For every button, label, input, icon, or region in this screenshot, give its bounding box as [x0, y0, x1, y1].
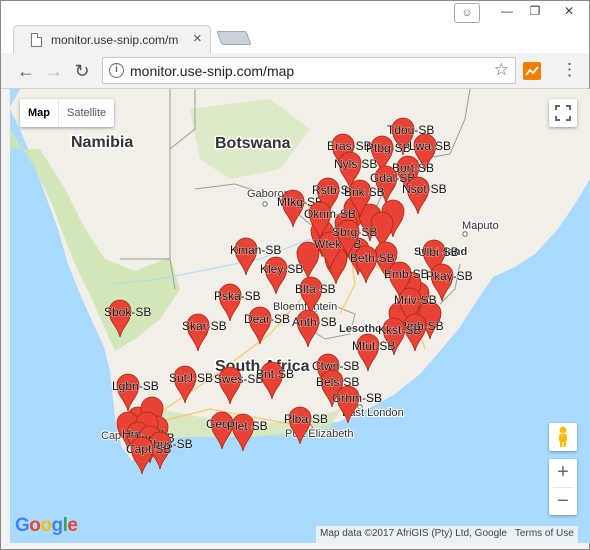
pegman-icon — [559, 426, 567, 447]
zoom-control: + − — [549, 459, 577, 515]
fullscreen-button[interactable] — [549, 99, 577, 127]
tab-title: monitor.use-snip.com/m — [51, 33, 179, 47]
new-tab-button[interactable] — [216, 31, 252, 45]
close-window-button[interactable]: ✕ — [549, 1, 589, 23]
info-icon[interactable]: i — [109, 63, 124, 78]
profile-icon[interactable]: ☺ — [454, 3, 480, 23]
country-label: Botswana — [215, 135, 291, 152]
map-marker-label: Ptbg-SB — [366, 141, 411, 155]
tab-close-icon[interactable]: × — [193, 31, 202, 47]
zoom-out-button[interactable]: − — [549, 488, 577, 516]
back-button[interactable]: ← — [14, 59, 38, 83]
browser-menu-icon[interactable]: ⋮ — [561, 61, 578, 79]
map-marker-label: Mriv-SB — [394, 293, 437, 307]
window-controls: — ❐ ✕ — [493, 1, 589, 23]
country-label: Lesotho — [339, 323, 382, 335]
map-marker-label: Pska-SB — [214, 289, 261, 303]
google-logo: Google — [15, 515, 78, 537]
bookmark-star-icon[interactable]: ☆ — [494, 60, 509, 80]
reload-button[interactable]: ↻ — [70, 59, 94, 83]
map-data-credit: Map data ©2017 AfriGIS (Pty) Ltd, Google — [320, 528, 507, 539]
browser-window: monitor.use-snip.com/m × ☺ — ❐ ✕ ← → ↻ i… — [0, 0, 590, 550]
city-label: Maputo — [462, 220, 499, 232]
country-label: Namibia — [71, 134, 133, 151]
map-marker-label: Anth-SB — [292, 315, 337, 329]
map-marker-label: Capt-SB — [126, 442, 171, 456]
map-marker-label: Ulbi-SB — [418, 245, 459, 259]
restore-button[interactable]: ❐ — [521, 1, 549, 23]
map-marker-label: Emb-SB — [384, 267, 429, 281]
city-dot — [262, 201, 268, 207]
map-marker-label: Dear-SB — [244, 312, 290, 326]
map-marker-label: Bnt-SB — [256, 367, 294, 381]
zoom-in-button[interactable]: + — [549, 459, 577, 487]
map-marker-label: Eras-SB — [327, 139, 372, 153]
map-marker-label: Lwa-SB — [409, 139, 451, 153]
minimize-button[interactable]: — — [493, 1, 521, 23]
page-icon — [31, 33, 42, 47]
map-svg: NamibiaBotswanaSouth AfricaSwazilandLeso… — [10, 89, 590, 475]
map-type-satellite-button[interactable]: Satellite — [58, 99, 114, 127]
map-marker-label: Plet-SB — [227, 419, 268, 433]
map-marker-label: SutJ-SB — [169, 371, 213, 385]
map-marker-label: Kley-SB — [260, 262, 303, 276]
map-marker-label: Nspt-SB — [402, 182, 447, 196]
url-text[interactable]: monitor.use-snip.com/map — [130, 63, 294, 79]
map-type-control: Map Satellite — [20, 99, 115, 127]
fullscreen-icon — [555, 105, 571, 121]
map-marker-label: Grhm-SB — [332, 391, 382, 405]
map-marker-label: Sbrg-SB — [332, 225, 377, 239]
map-attribution: Map data ©2017 AfriGIS (Pty) Ltd, Google… — [316, 526, 578, 543]
map-canvas[interactable]: NamibiaBotswanaSouth AfricaSwazilandLeso… — [10, 89, 590, 543]
terms-of-use-link[interactable]: Terms of Use — [511, 526, 578, 543]
map-marker-label: Oknm-SB — [304, 207, 356, 221]
map-marker-label: Blta-SB — [295, 282, 336, 296]
forward-button[interactable]: → — [42, 59, 66, 83]
google-logo-letter: o — [40, 515, 52, 536]
map-marker-label: Pkay-SB — [426, 269, 473, 283]
street-view-pegman-button[interactable] — [549, 423, 577, 451]
google-logo-letter: e — [67, 515, 78, 536]
extension-icon[interactable] — [523, 62, 541, 80]
map-marker-label: Kman-SB — [230, 243, 281, 257]
google-logo-letter: g — [51, 515, 64, 536]
browser-tab[interactable]: monitor.use-snip.com/m × — [13, 25, 211, 53]
map-marker-label: Nyls-SB — [334, 157, 377, 171]
map-marker-label: Mtut-SB — [352, 339, 395, 353]
map-marker-label: Bnk-SB — [344, 185, 385, 199]
map-marker-label: Lgbn-SB — [112, 379, 159, 393]
map-marker-label: Beth-SB — [350, 251, 395, 265]
map-marker-label: Skar-SB — [182, 319, 227, 333]
map-marker-label: Kkst-SB — [378, 323, 421, 337]
map-type-map-button[interactable]: Map — [20, 99, 58, 127]
google-logo-letter: G — [15, 515, 30, 536]
browser-toolbar: ← → ↻ i monitor.use-snip.com/map ☆ ⋮ — [1, 53, 589, 89]
google-logo-letter: o — [29, 515, 41, 536]
map-marker-label: Plba-SB — [284, 412, 328, 426]
map-marker-label: Sbok-SB — [104, 305, 151, 319]
address-bar[interactable]: i monitor.use-snip.com/map ☆ — [102, 57, 516, 84]
title-bar: monitor.use-snip.com/m × ☺ — ❐ ✕ — [1, 1, 589, 53]
city-dot — [462, 231, 468, 237]
